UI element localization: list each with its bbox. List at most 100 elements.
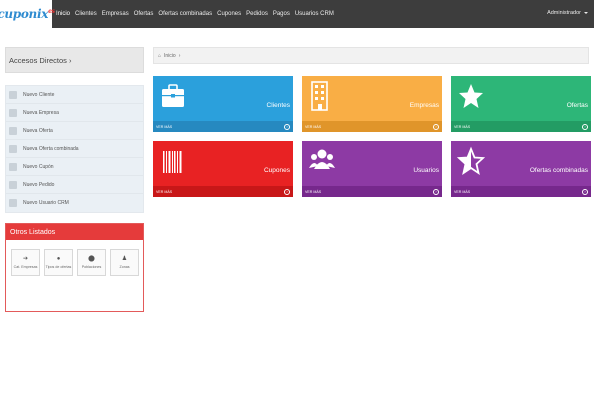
shortcut-label: Nueva Empresa	[23, 109, 59, 116]
tile-body: Clientes	[153, 76, 293, 121]
arrow-circle-right-icon: ›	[284, 123, 290, 130]
nav-clientes[interactable]: Clientes	[75, 11, 97, 17]
tile-title: Cupones	[263, 167, 290, 174]
tile-footer-label: VER MÁS	[454, 124, 471, 129]
star-outline-icon	[9, 144, 17, 153]
breadcrumb-separator: ›	[178, 52, 181, 59]
list-label: Tipos de ofertas	[45, 265, 72, 269]
list-label: Zonas	[119, 265, 130, 269]
tile-footer-label: VER MÁS	[454, 189, 471, 194]
list-poblaciones-button[interactable]: ⬤ Poblaciones	[77, 249, 106, 276]
user-plus-icon	[9, 90, 17, 99]
arrow-circle-right-icon: ›	[433, 188, 439, 195]
shortcut-nuevo-cupon[interactable]: Nuevo Cupón	[6, 158, 143, 176]
tile-body: Empresas	[302, 76, 442, 121]
shortcuts-list: Nuevo Cliente Nueva Empresa Nueva Oferta…	[5, 85, 144, 213]
nav-usuarios-crm[interactable]: Usuarios CRM	[295, 11, 334, 17]
tile-empresas[interactable]: Empresas VER MÁS ›	[302, 76, 442, 132]
arrow-circle-right-icon: ›	[433, 123, 439, 130]
shortcut-nuevo-usuario-crm[interactable]: Nuevo Usuario CRM	[6, 194, 143, 212]
other-lists-header: Otros Listados	[6, 224, 143, 240]
logo-text: cuponixes	[0, 7, 55, 21]
list-tipos-ofertas-button[interactable]: ● Tipos de ofertas	[44, 249, 73, 276]
arrow-circle-right-icon: ›	[284, 188, 290, 195]
nav-empresas[interactable]: Empresas	[102, 11, 129, 17]
tile-footer-label: VER MÁS	[156, 124, 173, 129]
building-icon	[311, 81, 328, 111]
shortcuts-header[interactable]: Accesos Directos ›	[5, 47, 144, 73]
briefcase-icon	[162, 84, 184, 107]
tile-clientes[interactable]: Clientes VER MÁS ›	[153, 76, 293, 132]
shortcut-nuevo-cliente[interactable]: Nuevo Cliente	[6, 86, 143, 104]
tile-title: Ofertas combinadas	[529, 167, 588, 174]
tile-cupones[interactable]: Cupones VER MÁS ›	[153, 141, 293, 197]
tile-footer[interactable]: VER MÁS ›	[302, 186, 442, 197]
nav-pedidos[interactable]: Pedidos	[246, 11, 268, 17]
map-marker-icon: ⬤	[88, 256, 95, 262]
user-menu[interactable]: Administrador	[547, 10, 588, 16]
shortcut-nueva-empresa[interactable]: Nueva Empresa	[6, 104, 143, 122]
tile-footer-label: VER MÁS	[305, 124, 322, 129]
tile-ofertas-combinadas[interactable]: Ofertas combinadas VER MÁS ›	[451, 141, 591, 197]
breadcrumb-home[interactable]: Inicio	[164, 53, 176, 59]
tile-footer[interactable]: VER MÁS ›	[451, 121, 591, 132]
tile-footer-label: VER MÁS	[156, 189, 173, 194]
list-label: Poblaciones	[81, 265, 102, 269]
home-icon: ⌂	[158, 52, 162, 59]
list-zonas-button[interactable]: ♟ Zonas	[110, 249, 139, 276]
tile-title: Empresas	[409, 102, 439, 109]
flag-icon: ♟	[121, 256, 128, 262]
tile-title: Clientes	[266, 102, 290, 109]
chevron-down-icon	[584, 12, 588, 14]
tile-ofertas[interactable]: Ofertas VER MÁS ›	[451, 76, 591, 132]
star-outline-icon	[457, 146, 485, 175]
shortcut-nueva-oferta-combinada[interactable]: Nueva Oferta combinada	[6, 140, 143, 158]
tile-body: Cupones	[153, 141, 293, 186]
tile-usuarios[interactable]: Usuarios VER MÁS ›	[302, 141, 442, 197]
tile-footer[interactable]: VER MÁS ›	[153, 186, 293, 197]
shortcut-label: Nuevo Cupón	[23, 163, 54, 170]
shortcut-nueva-oferta[interactable]: Nueva Oferta	[6, 122, 143, 140]
barcode-icon	[163, 151, 182, 173]
shortcut-label: Nuevo Pedido	[23, 181, 55, 188]
star-icon	[9, 126, 17, 135]
arrow-icon: ➔	[22, 256, 29, 262]
shortcut-label: Nueva Oferta	[23, 127, 53, 134]
nav-pagos[interactable]: Pagos	[273, 11, 290, 17]
tile-footer[interactable]: VER MÁS ›	[451, 186, 591, 197]
tile-body: Ofertas combinadas	[451, 141, 591, 186]
arrow-circle-right-icon: ›	[582, 123, 588, 130]
shortcut-label: Nuevo Usuario CRM	[23, 200, 69, 206]
tile-body: Ofertas	[451, 76, 591, 121]
nav-inicio[interactable]: Inicio	[56, 11, 70, 17]
building-icon	[9, 108, 17, 117]
nav-ofertas-combinadas[interactable]: Ofertas combinadas	[158, 11, 212, 17]
list-label: Cat. Empresas	[13, 265, 38, 269]
shortcut-nuevo-pedido[interactable]: Nuevo Pedido	[6, 176, 143, 194]
main-nav: Inicio Clientes Empresas Ofertas Ofertas…	[56, 11, 334, 17]
user-icon	[9, 199, 17, 207]
other-lists-title: Otros Listados	[10, 228, 56, 236]
tile-title: Ofertas	[566, 102, 588, 109]
tile-footer[interactable]: VER MÁS ›	[153, 121, 293, 132]
tile-footer-label: VER MÁS	[305, 189, 322, 194]
nav-cupones[interactable]: Cupones	[217, 11, 241, 17]
top-navbar: cuponixes Inicio Clientes Empresas Ofert…	[0, 0, 594, 28]
logo[interactable]: cuponixes	[0, 0, 55, 28]
nav-ofertas[interactable]: Ofertas	[134, 11, 154, 17]
other-lists-panel: Otros Listados ➔ Cat. Empresas ● Tipos d…	[5, 223, 144, 312]
tile-footer[interactable]: VER MÁS ›	[302, 121, 442, 132]
barcode-icon	[9, 162, 17, 171]
list-cat-empresas-button[interactable]: ➔ Cat. Empresas	[11, 249, 40, 276]
star-icon	[459, 84, 483, 108]
shortcut-label: Nueva Oferta combinada	[23, 145, 79, 152]
other-lists-grid: ➔ Cat. Empresas ● Tipos de ofertas ⬤ Pob…	[6, 240, 145, 276]
tag-icon: ●	[56, 256, 61, 262]
users-icon	[309, 149, 335, 169]
breadcrumb: ⌂ Inicio ›	[153, 47, 589, 64]
cart-icon	[9, 180, 17, 189]
tile-title: Usuarios	[413, 167, 439, 174]
tile-body: Usuarios	[302, 141, 442, 186]
shortcut-label: Nuevo Cliente	[23, 91, 55, 98]
user-name: Administrador	[547, 10, 581, 16]
